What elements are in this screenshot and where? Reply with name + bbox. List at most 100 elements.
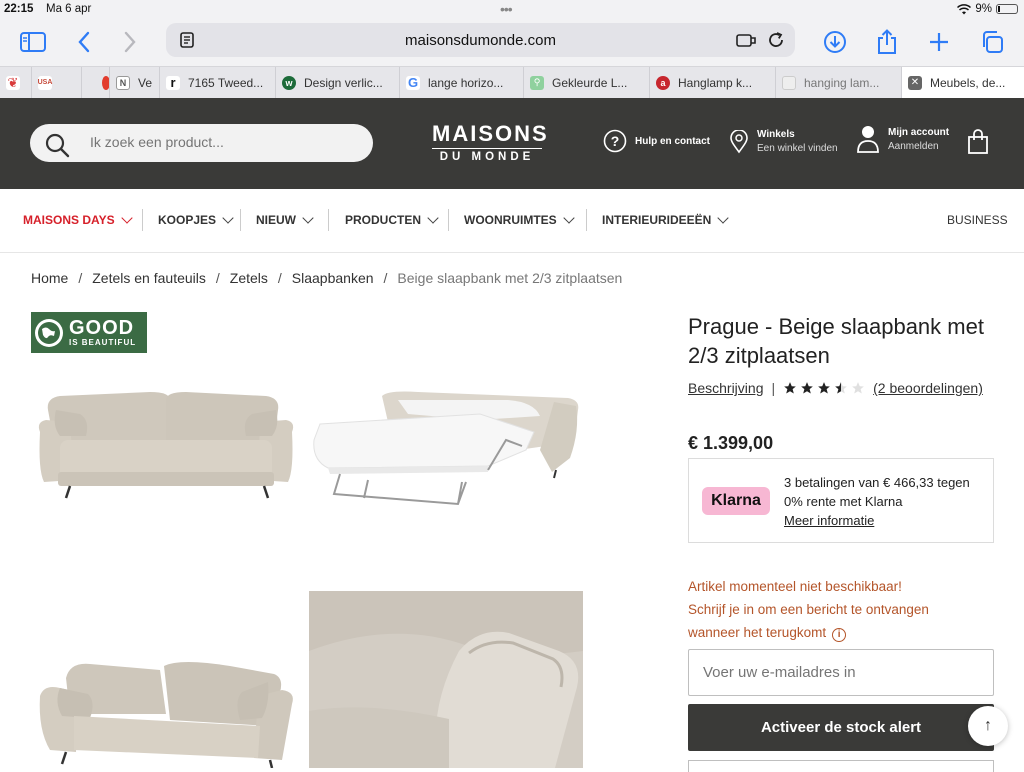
breadcrumb-home[interactable]: Home xyxy=(31,270,68,286)
forward-icon[interactable] xyxy=(115,28,145,56)
breadcrumb-separator: / xyxy=(277,270,282,286)
stores-link[interactable]: Winkels Een winkel vinden xyxy=(729,129,838,154)
klarna-box: Klarna 3 betalingen van € 466,33 tegen 0… xyxy=(688,458,994,543)
help-contact-link[interactable]: ? Hulp en contact xyxy=(603,129,710,153)
back-icon[interactable] xyxy=(69,28,99,56)
product-price: € 1.399,00 xyxy=(688,433,774,453)
address-bar[interactable]: maisonsdumonde.com xyxy=(166,23,795,57)
search-bar[interactable] xyxy=(30,124,373,162)
nav-label: MAISONS DAYS xyxy=(23,213,115,227)
chevron-down-icon xyxy=(427,212,439,224)
tab-active[interactable]: ✕ Meubels, de... xyxy=(902,67,1024,98)
tab-3[interactable] xyxy=(82,67,110,98)
nav-label: BUSINESS xyxy=(947,213,1008,227)
star-full-icon xyxy=(801,382,813,394)
breadcrumb-separator: / xyxy=(215,270,220,286)
share-icon[interactable] xyxy=(872,28,902,56)
nav-nieuw[interactable]: NIEUW xyxy=(256,212,314,227)
nav-divider xyxy=(328,209,329,231)
description-link[interactable]: Beschrijving xyxy=(688,380,763,396)
extension-icon[interactable] xyxy=(735,30,757,50)
nav-koopjes[interactable]: KOOPJES xyxy=(158,212,234,227)
tab-8[interactable]: ⚲ Gekleurde L... xyxy=(524,67,650,98)
account-link[interactable]: Mijn account Aanmelden xyxy=(856,124,949,154)
product-image-sofa-bed-open[interactable] xyxy=(308,370,588,520)
pin-icon: ⚲ xyxy=(530,75,544,90)
breadcrumb-slaapbanken[interactable]: Slaapbanken xyxy=(292,270,374,286)
site-logo[interactable]: MAISONS DU MONDE xyxy=(432,122,547,165)
nav-label: NIEUW xyxy=(256,213,296,227)
date: Ma 6 apr xyxy=(46,3,92,15)
tab-7[interactable]: Glange horizo... xyxy=(400,67,524,98)
email-field[interactable] xyxy=(703,664,973,681)
scroll-to-top-icon[interactable]: ↑ xyxy=(968,706,1008,746)
secondary-button[interactable] xyxy=(688,760,994,772)
oos-message: Schrijf je in om een bericht te ontvange… xyxy=(688,602,929,640)
logo-line2: DU MONDE xyxy=(432,148,542,165)
nav-producten[interactable]: PRODUCTEN xyxy=(345,212,439,227)
product-title: Prague - Beige slaapbank met 2/3 zitplaa… xyxy=(688,314,984,368)
account-sub: Aanmelden xyxy=(888,140,939,152)
info-icon[interactable]: i xyxy=(832,627,847,642)
location-pin-icon xyxy=(730,129,748,153)
breadcrumb-zetels-fauteuils[interactable]: Zetels en fauteuils xyxy=(92,270,206,286)
breadcrumb: Home / Zetels en fauteuils / Zetels / Slaap… xyxy=(31,270,622,286)
user-icon xyxy=(857,126,879,153)
nav-divider xyxy=(142,209,143,231)
nav-business[interactable]: BUSINESS xyxy=(947,213,1008,227)
tab-4[interactable]: N Ve xyxy=(110,67,160,98)
nav-interieurideeen[interactable]: INTERIEURIDEEËN xyxy=(602,212,730,227)
tab-2[interactable]: USA xyxy=(32,67,82,98)
tab-label: Design verlic... xyxy=(304,75,383,90)
r-icon: r xyxy=(166,75,180,90)
sidebar-icon[interactable] xyxy=(18,28,48,56)
rating-stars xyxy=(783,381,865,395)
tab-10[interactable]: hanging lam... xyxy=(776,67,902,98)
search-input[interactable] xyxy=(90,134,350,150)
activate-stock-alert-button[interactable]: Activeer de stock alert xyxy=(688,704,994,751)
reviews-link[interactable]: (2 beoordelingen) xyxy=(873,380,983,396)
meta-separator: | xyxy=(771,380,776,396)
a-icon: a xyxy=(656,75,670,90)
tab-9[interactable]: a Hanglamp k... xyxy=(650,67,776,98)
product-image-sofa-front[interactable] xyxy=(30,370,305,520)
star-full-icon xyxy=(784,382,796,394)
url-text[interactable]: maisonsdumonde.com xyxy=(166,32,795,49)
nav-label: KOOPJES xyxy=(158,213,217,227)
star-empty-icon xyxy=(852,382,864,394)
site-header: MAISONS DU MONDE ? Hulp en contact Winke… xyxy=(0,98,1024,189)
new-tab-icon[interactable] xyxy=(924,28,954,56)
wifi-icon xyxy=(957,3,972,14)
badge-subtitle: IS BEAUTIFUL xyxy=(69,338,137,347)
nav-divider xyxy=(448,209,449,231)
tab-6[interactable]: w Design verlic... xyxy=(276,67,400,98)
tab-label: hanging lam... xyxy=(804,75,880,90)
download-icon[interactable] xyxy=(820,28,850,56)
tabs-overview-icon[interactable] xyxy=(977,28,1007,56)
breadcrumb-zetels[interactable]: Zetels xyxy=(230,270,268,286)
nav-woonruimtes[interactable]: WOONRUIMTES xyxy=(464,212,575,227)
chevron-down-icon xyxy=(302,212,314,224)
tab-5[interactable]: r 7165 Tweed... xyxy=(160,67,276,98)
stores-title: Winkels xyxy=(757,129,795,140)
product-image-fabric-detail[interactable] xyxy=(309,591,583,768)
tab-1[interactable]: ❦ xyxy=(0,67,32,98)
nav-label: PRODUCTEN xyxy=(345,213,422,227)
klarna-more-info-link[interactable]: Meer informatie xyxy=(784,511,984,530)
search-icon[interactable] xyxy=(44,132,70,163)
google-icon: G xyxy=(406,75,420,90)
status-bar: 22:15 Ma 6 apr ••• 9% xyxy=(0,0,1024,20)
tab-label: lange horizo... xyxy=(428,75,504,90)
chevron-down-icon xyxy=(717,212,730,224)
nav-maisons-days[interactable]: MAISONS DAYS xyxy=(23,212,133,227)
cart-icon[interactable] xyxy=(967,129,989,160)
tab-label: Meubels, de... xyxy=(930,75,1006,90)
reload-icon[interactable] xyxy=(765,30,787,50)
star-full-icon xyxy=(818,382,830,394)
nav-label: WOONRUIMTES xyxy=(464,213,557,227)
multitask-dots-icon[interactable]: ••• xyxy=(500,1,513,17)
tab-label: Gekleurde L... xyxy=(552,75,628,90)
email-field-wrapper xyxy=(688,649,994,696)
product-image-sofa-angled[interactable] xyxy=(30,640,305,768)
chevron-down-icon xyxy=(120,212,133,224)
